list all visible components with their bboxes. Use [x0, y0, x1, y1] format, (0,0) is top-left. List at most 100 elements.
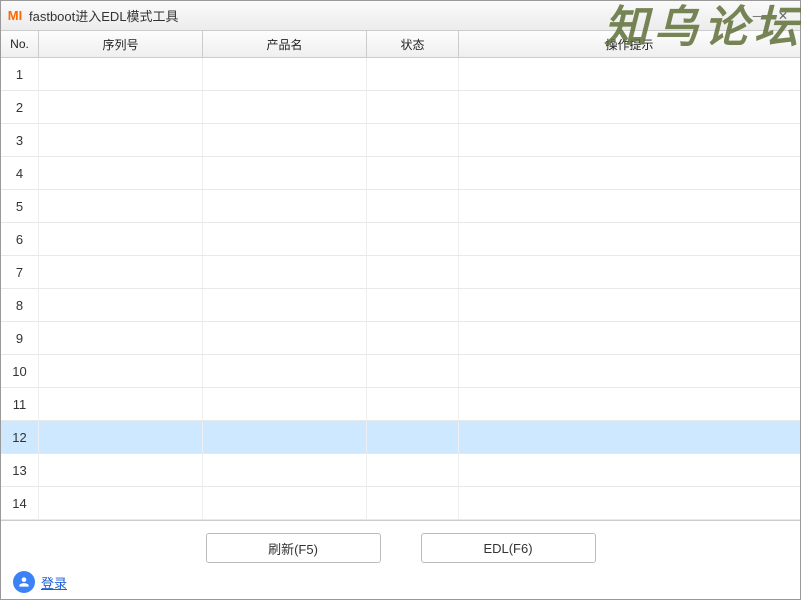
- titlebar: MI fastboot进入EDL模式工具 ─ ✕: [1, 1, 800, 31]
- cell-no: 6: [1, 223, 39, 255]
- cell-serial: [39, 256, 203, 288]
- table-header: No. 序列号 产品名 状态 操作提示: [1, 31, 800, 58]
- cell-status: [367, 223, 459, 255]
- cell-status: [367, 256, 459, 288]
- table-row[interactable]: 1: [1, 58, 800, 91]
- cell-no: 3: [1, 124, 39, 156]
- cell-product: [203, 454, 367, 486]
- column-header-product[interactable]: 产品名: [203, 31, 367, 57]
- user-avatar-icon[interactable]: [13, 571, 35, 593]
- cell-status: [367, 289, 459, 321]
- cell-status: [367, 355, 459, 387]
- cell-status: [367, 190, 459, 222]
- cell-product: [203, 124, 367, 156]
- table-body: 1234567891011121314: [1, 58, 800, 521]
- table-row[interactable]: 7: [1, 256, 800, 289]
- cell-product: [203, 256, 367, 288]
- cell-no: 12: [1, 421, 39, 453]
- cell-serial: [39, 421, 203, 453]
- cell-serial: [39, 388, 203, 420]
- cell-tip: [459, 223, 800, 255]
- column-header-serial[interactable]: 序列号: [39, 31, 203, 57]
- cell-tip: [459, 91, 800, 123]
- column-header-status[interactable]: 状态: [367, 31, 459, 57]
- button-row: 刷新(F5) EDL(F6): [1, 521, 800, 563]
- cell-tip: [459, 58, 800, 90]
- table-row[interactable]: 3: [1, 124, 800, 157]
- cell-no: 13: [1, 454, 39, 486]
- cell-serial: [39, 58, 203, 90]
- cell-product: [203, 355, 367, 387]
- refresh-button[interactable]: 刷新(F5): [206, 533, 381, 563]
- cell-status: [367, 157, 459, 189]
- cell-status: [367, 454, 459, 486]
- cell-tip: [459, 157, 800, 189]
- cell-tip: [459, 190, 800, 222]
- cell-no: 1: [1, 58, 39, 90]
- cell-tip: [459, 454, 800, 486]
- table-row[interactable]: 2: [1, 91, 800, 124]
- cell-product: [203, 289, 367, 321]
- table-row[interactable]: 12: [1, 421, 800, 454]
- cell-no: 8: [1, 289, 39, 321]
- table-row[interactable]: 8: [1, 289, 800, 322]
- cell-no: 10: [1, 355, 39, 387]
- cell-no: 7: [1, 256, 39, 288]
- cell-tip: [459, 322, 800, 354]
- column-header-no[interactable]: No.: [1, 31, 39, 57]
- cell-product: [203, 487, 367, 519]
- edl-button[interactable]: EDL(F6): [421, 533, 596, 563]
- login-row: 登录: [1, 563, 800, 600]
- cell-serial: [39, 223, 203, 255]
- cell-serial: [39, 190, 203, 222]
- table-row[interactable]: 5: [1, 190, 800, 223]
- cell-status: [367, 322, 459, 354]
- cell-status: [367, 91, 459, 123]
- cell-serial: [39, 91, 203, 123]
- table-row[interactable]: 6: [1, 223, 800, 256]
- cell-tip: [459, 256, 800, 288]
- cell-tip: [459, 421, 800, 453]
- window-controls: ─ ✕: [746, 7, 794, 25]
- table-row[interactable]: 9: [1, 322, 800, 355]
- cell-serial: [39, 322, 203, 354]
- cell-no: 9: [1, 322, 39, 354]
- minimize-button[interactable]: ─: [746, 7, 768, 25]
- cell-tip: [459, 124, 800, 156]
- column-header-tip[interactable]: 操作提示: [459, 31, 800, 57]
- cell-product: [203, 157, 367, 189]
- cell-no: 14: [1, 487, 39, 519]
- cell-serial: [39, 124, 203, 156]
- table-row[interactable]: 11: [1, 388, 800, 421]
- cell-product: [203, 421, 367, 453]
- mi-logo-icon: MI: [7, 8, 23, 24]
- cell-serial: [39, 454, 203, 486]
- cell-tip: [459, 487, 800, 519]
- cell-status: [367, 58, 459, 90]
- cell-product: [203, 91, 367, 123]
- cell-product: [203, 388, 367, 420]
- table-row[interactable]: 4: [1, 157, 800, 190]
- cell-no: 11: [1, 388, 39, 420]
- cell-serial: [39, 157, 203, 189]
- cell-no: 5: [1, 190, 39, 222]
- cell-product: [203, 190, 367, 222]
- cell-tip: [459, 355, 800, 387]
- cell-tip: [459, 388, 800, 420]
- login-link[interactable]: 登录: [41, 573, 67, 592]
- cell-status: [367, 124, 459, 156]
- cell-status: [367, 487, 459, 519]
- table-row[interactable]: 13: [1, 454, 800, 487]
- close-button[interactable]: ✕: [772, 7, 794, 25]
- cell-serial: [39, 289, 203, 321]
- table-row[interactable]: 14: [1, 487, 800, 520]
- cell-status: [367, 388, 459, 420]
- cell-product: [203, 58, 367, 90]
- cell-product: [203, 322, 367, 354]
- table-row[interactable]: 10: [1, 355, 800, 388]
- footer: 刷新(F5) EDL(F6) 登录: [1, 521, 800, 599]
- cell-no: 2: [1, 91, 39, 123]
- cell-no: 4: [1, 157, 39, 189]
- cell-tip: [459, 289, 800, 321]
- cell-product: [203, 223, 367, 255]
